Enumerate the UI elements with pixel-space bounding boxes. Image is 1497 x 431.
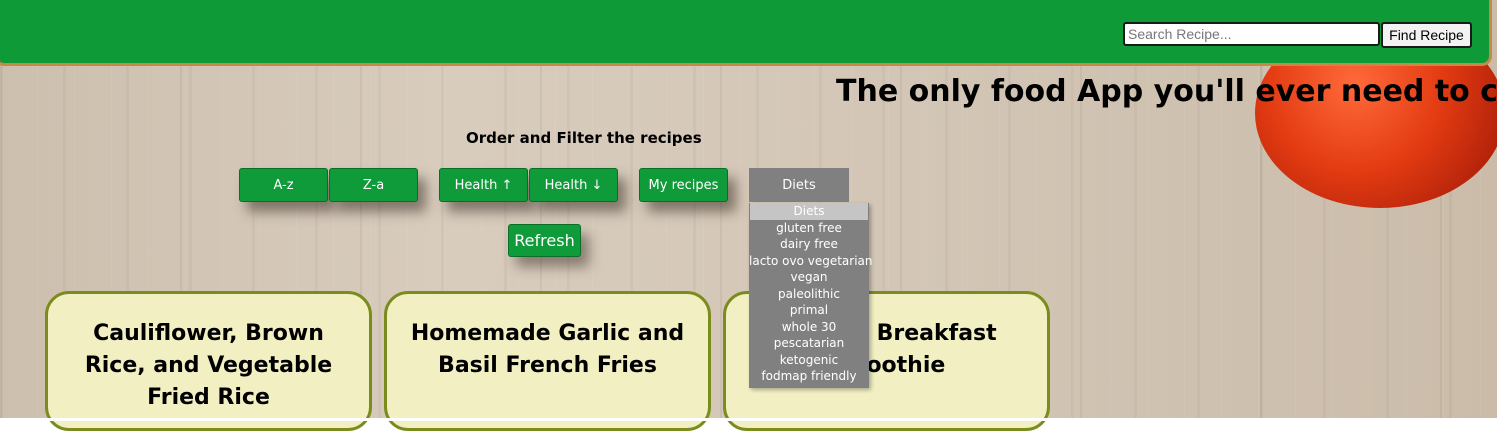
sort-za-button[interactable]: Z-a — [329, 168, 418, 202]
diet-option[interactable]: gluten free — [749, 220, 869, 237]
diets-select-label: Diets — [782, 177, 816, 193]
diet-option[interactable]: dairy free — [749, 236, 869, 253]
recipe-title: Cauliflower, Brown Rice, and Vegetable F… — [84, 321, 333, 410]
recipe-title: Homemade Garlic and Basil French Fries — [410, 321, 685, 378]
sort-az-button[interactable]: A-z — [239, 168, 328, 202]
diet-option[interactable]: whole 30 — [749, 319, 869, 336]
diet-option[interactable]: pescatarian — [749, 335, 869, 352]
refresh-button[interactable]: Refresh — [508, 224, 581, 257]
diet-option[interactable]: fodmap friendly — [749, 368, 869, 385]
diets-select[interactable]: Diets — [749, 168, 849, 202]
search-input[interactable] — [1123, 22, 1380, 46]
my-recipes-button[interactable]: My recipes — [639, 168, 728, 202]
tagline: The only food App you'll ever need to co… — [836, 74, 1497, 109]
diet-option[interactable]: Diets — [750, 203, 868, 220]
diet-option[interactable]: vegan — [749, 269, 869, 286]
diets-dropdown-list: Diets gluten free dairy free lacto ovo v… — [749, 203, 873, 388]
diet-option[interactable]: primal — [749, 302, 869, 319]
find-recipe-button[interactable]: Find Recipe — [1381, 22, 1472, 48]
diet-option[interactable]: paleolithic — [749, 286, 869, 303]
health-desc-button[interactable]: Health ↓ — [529, 168, 618, 202]
recipe-card[interactable]: Homemade Garlic and Basil French Fries — [384, 291, 711, 431]
diet-option[interactable]: ketogenic — [749, 352, 869, 369]
health-asc-button[interactable]: Health ↑ — [439, 168, 528, 202]
diet-option[interactable]: lacto ovo vegetarian — [749, 253, 873, 270]
filter-heading: Order and Filter the recipes — [466, 129, 702, 147]
recipe-card[interactable]: Cauliflower, Brown Rice, and Vegetable F… — [45, 291, 372, 431]
